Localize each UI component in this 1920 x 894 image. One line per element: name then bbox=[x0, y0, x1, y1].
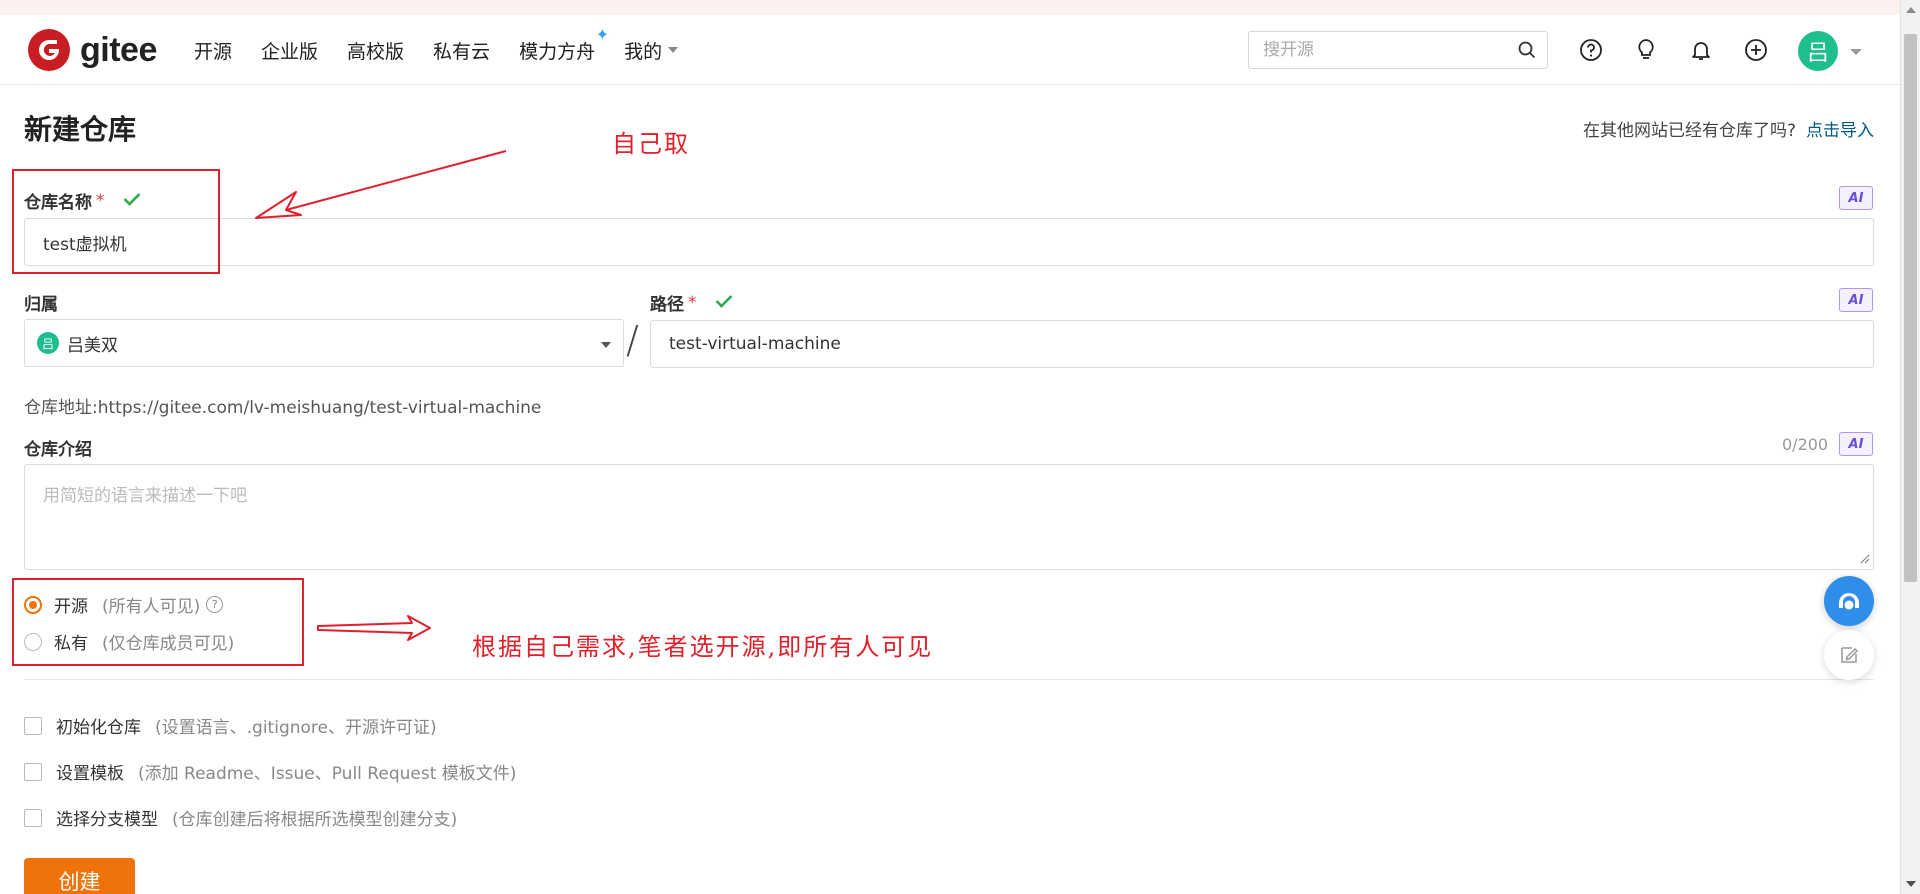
option-template-hint: (添加 Readme、Issue、Pull Request 模板文件) bbox=[138, 764, 517, 784]
annotation-arrow-visibility bbox=[317, 615, 431, 641]
repo-path-field[interactable]: test-virtual-machine bbox=[650, 320, 1874, 368]
option-branch-model-label: 选择分支模型 bbox=[56, 810, 158, 830]
scrollbar-thumb[interactable] bbox=[1904, 34, 1917, 582]
gitee-logo[interactable]: gitee bbox=[28, 29, 157, 71]
user-avatar[interactable]: 吕 bbox=[1798, 31, 1838, 71]
path-label-text: 路径 bbox=[650, 295, 684, 315]
sparkle-icon: ✦ bbox=[595, 24, 610, 44]
option-init-repo-hint: (设置语言、.gitignore、开源许可证) bbox=[155, 718, 437, 738]
resize-handle-icon[interactable] bbox=[1860, 554, 1870, 564]
section-divider bbox=[24, 679, 1874, 680]
annotation-box-repo-name bbox=[12, 169, 220, 274]
repo-url: 仓库地址:https://gitee.com/lv-meishuang/test… bbox=[24, 393, 541, 418]
owner-avatar: 吕 bbox=[37, 332, 59, 354]
annotation-text-visibility: 根据自己需求,笔者选开源,即所有人可见 bbox=[472, 633, 934, 661]
repo-url-value: https://gitee.com/lv-meishuang/test-virt… bbox=[97, 398, 542, 418]
required-mark: * bbox=[688, 292, 697, 313]
nav-item-moli-fangzhou[interactable]: 模力方舟 ✦ bbox=[519, 25, 609, 64]
create-button[interactable]: 创建 bbox=[24, 858, 135, 894]
gitee-logo-text: gitee bbox=[80, 30, 157, 69]
nav-item-private-cloud[interactable]: 私有云 bbox=[433, 37, 490, 64]
option-template-label: 设置模板 bbox=[56, 764, 124, 784]
chat-bot-icon bbox=[1839, 593, 1859, 610]
path-separator: / bbox=[626, 318, 639, 362]
checkbox-branch-model[interactable] bbox=[24, 808, 42, 827]
path-label: 路径 * bbox=[650, 290, 733, 315]
nav-item-open-source[interactable]: 开源 bbox=[194, 37, 232, 64]
option-init-repo[interactable]: 初始化仓库 (设置语言、.gitignore、开源许可证) bbox=[24, 713, 437, 738]
intro-label: 仓库介绍 bbox=[24, 440, 92, 460]
add-icon[interactable] bbox=[1743, 37, 1769, 63]
nav-item-moli-label: 模力方舟 bbox=[519, 40, 596, 63]
search-box bbox=[1248, 31, 1548, 69]
main-nav: 开源 企业版 高校版 私有云 模力方舟 ✦ 我的 bbox=[194, 15, 707, 85]
scroll-up-arrow-icon[interactable] bbox=[1906, 7, 1916, 13]
nav-item-mine[interactable]: 我的 bbox=[624, 37, 679, 64]
scroll-down-arrow-icon[interactable] bbox=[1906, 881, 1916, 887]
top-notice-strip bbox=[0, 0, 1900, 15]
annotation-box-visibility bbox=[12, 578, 304, 666]
ai-assist-button[interactable]: AI bbox=[1839, 288, 1873, 312]
owner-select[interactable]: 吕 吕美双 bbox=[24, 319, 624, 367]
user-menu-caret-icon[interactable] bbox=[1850, 49, 1862, 55]
option-init-repo-label: 初始化仓库 bbox=[56, 718, 141, 738]
option-branch-model-hint: (仓库创建后将根据所选模型创建分支) bbox=[172, 810, 458, 830]
nav-item-education[interactable]: 高校版 bbox=[347, 37, 404, 64]
option-template[interactable]: 设置模板 (添加 Readme、Issue、Pull Request 模板文件) bbox=[24, 759, 516, 784]
help-icon[interactable] bbox=[1578, 37, 1604, 63]
gitee-logo-icon bbox=[28, 29, 70, 71]
repo-url-label: 仓库地址: bbox=[24, 398, 98, 418]
option-branch-model[interactable]: 选择分支模型 (仓库创建后将根据所选模型创建分支) bbox=[24, 805, 457, 830]
import-link[interactable]: 点击导入 bbox=[1806, 121, 1874, 141]
nav-item-mine-label: 我的 bbox=[624, 40, 663, 63]
check-icon bbox=[715, 293, 733, 313]
search-icon[interactable] bbox=[1507, 41, 1547, 59]
search-input[interactable] bbox=[1249, 32, 1507, 68]
checkbox-init-repo[interactable] bbox=[24, 716, 42, 735]
top-header: gitee 开源 企业版 高校版 私有云 模力方舟✦ 我的 吕 bbox=[0, 15, 1900, 85]
nav-item-enterprise[interactable]: 企业版 bbox=[261, 37, 318, 64]
customer-service-button[interactable] bbox=[1824, 576, 1874, 626]
lightbulb-icon[interactable] bbox=[1633, 37, 1659, 63]
checkbox-template[interactable] bbox=[24, 762, 42, 781]
annotation-arrow-repo-name bbox=[255, 150, 507, 219]
vertical-scrollbar[interactable] bbox=[1900, 0, 1920, 894]
intro-char-counter: 0/200 bbox=[1782, 435, 1829, 454]
edit-note-icon bbox=[1841, 647, 1859, 663]
ai-assist-button[interactable]: AI bbox=[1839, 432, 1873, 456]
owner-label: 归属 bbox=[24, 295, 58, 315]
page-title: 新建仓库 bbox=[24, 113, 137, 146]
chevron-down-icon bbox=[668, 47, 679, 53]
intro-textarea[interactable]: 用简短的语言来描述一下吧 bbox=[24, 464, 1874, 570]
chevron-down-icon bbox=[601, 342, 611, 348]
import-prompt-text: 在其他网站已经有仓库了吗? bbox=[1582, 121, 1796, 141]
import-prompt: 在其他网站已经有仓库了吗? 点击导入 bbox=[1583, 116, 1874, 141]
owner-value: 吕美双 bbox=[67, 335, 118, 356]
bell-icon[interactable] bbox=[1688, 37, 1714, 63]
annotation-text-repo-name: 自己取 bbox=[612, 130, 690, 158]
ai-assist-button[interactable]: AI bbox=[1839, 186, 1873, 210]
feedback-button[interactable] bbox=[1824, 630, 1874, 680]
